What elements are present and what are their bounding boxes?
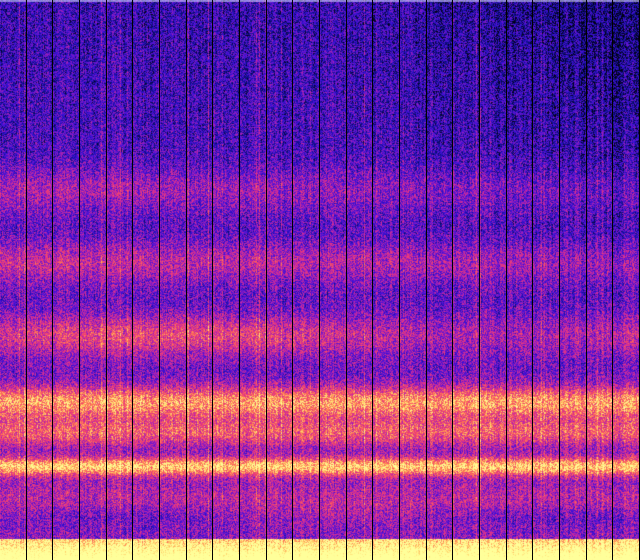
spectrogram-view: [0, 0, 640, 560]
spectrogram-image: [0, 0, 640, 560]
